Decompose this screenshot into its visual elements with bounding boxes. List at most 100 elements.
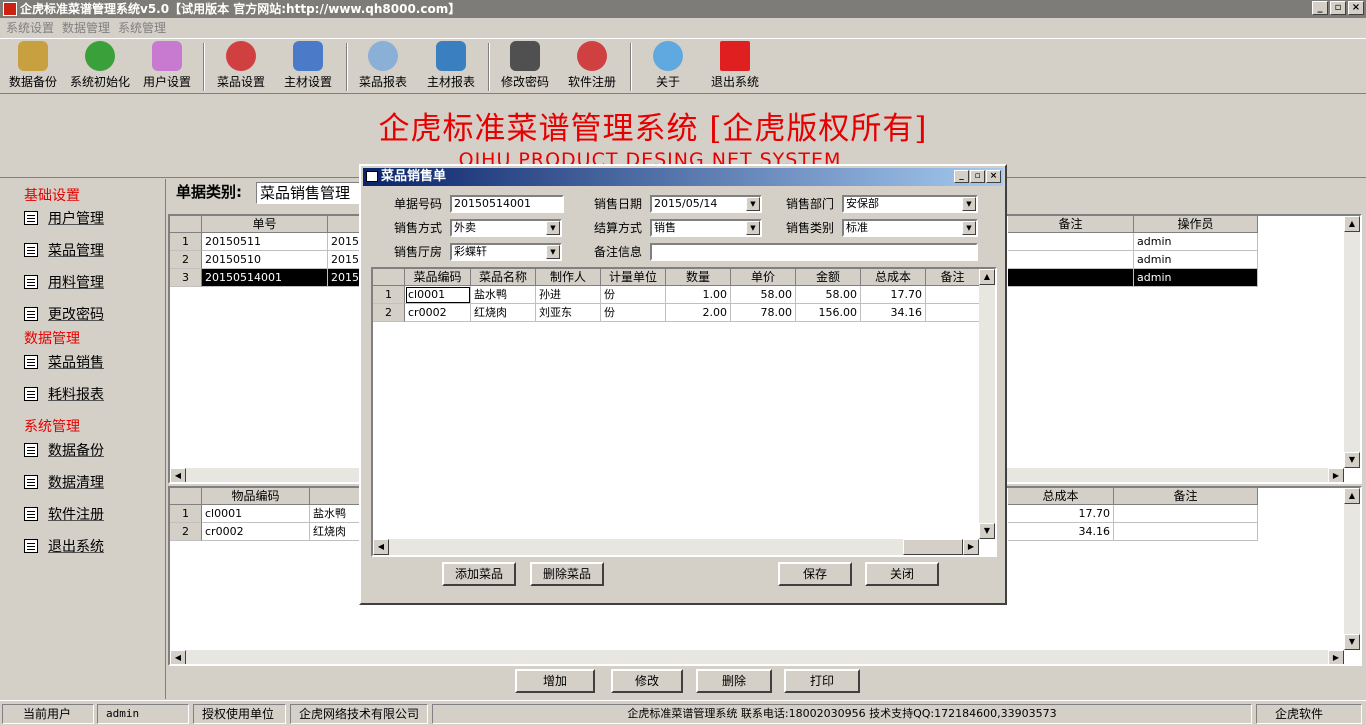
column-header-dish-code[interactable]: 菜品编码 xyxy=(405,269,471,286)
toolbar-dish-settings-button[interactable]: 菜品设置 xyxy=(214,41,268,93)
table-row-total-cost[interactable]: 17.70 xyxy=(1008,505,1114,523)
table-row-dish-code[interactable]: cr0002 xyxy=(405,304,471,322)
table-row-bill-no[interactable]: 20150510 xyxy=(202,251,328,269)
scroll-right-icon[interactable]: ▶ xyxy=(1328,650,1344,664)
remark-input[interactable] xyxy=(650,243,978,261)
sale-hall-select[interactable]: 彩蝶轩 ▼ xyxy=(450,243,562,261)
bill-type-select[interactable]: 菜品销售管理 xyxy=(256,182,366,204)
scroll-thumb[interactable] xyxy=(903,539,963,555)
column-header-bill-no[interactable]: 单号 xyxy=(202,216,328,233)
table-row-dish-name[interactable]: 红烧肉 xyxy=(471,304,536,322)
chevron-down-icon[interactable]: ▼ xyxy=(546,245,560,259)
toolbar-material-report-button[interactable]: 主材报表 xyxy=(424,41,478,93)
toolbar-material-settings-button[interactable]: 主材设置 xyxy=(281,41,335,93)
table-row-unit[interactable]: 份 xyxy=(601,304,666,322)
maximize-button[interactable]: ▫ xyxy=(1330,1,1346,15)
column-header-remark[interactable]: 备注 xyxy=(926,269,980,286)
settle-mode-select[interactable]: 销售 ▼ xyxy=(650,219,762,237)
sidebar-item-data-cleanup[interactable]: 数据清理 xyxy=(24,472,104,492)
sale-mode-select[interactable]: 外卖 ▼ xyxy=(450,219,562,237)
delete-button[interactable]: 删除 xyxy=(696,669,772,693)
scroll-down-icon[interactable]: ▼ xyxy=(1344,452,1360,468)
scroll-left-icon[interactable]: ◀ xyxy=(373,539,389,555)
scroll-down-icon[interactable]: ▼ xyxy=(1344,634,1360,650)
table-row-quantity[interactable]: 1.00 xyxy=(666,286,731,304)
chevron-down-icon[interactable]: ▼ xyxy=(962,197,976,211)
table-row-total-cost[interactable]: 34.16 xyxy=(861,304,926,322)
table-row-dish-name[interactable]: 盐水鸭 xyxy=(471,286,536,304)
close-button[interactable]: × xyxy=(1348,1,1364,15)
scroll-right-icon[interactable]: ▶ xyxy=(963,539,979,555)
minimize-button[interactable]: _ xyxy=(1312,1,1328,15)
column-header-remark[interactable]: 备注 xyxy=(1008,216,1134,233)
chevron-down-icon[interactable]: ▼ xyxy=(546,221,560,235)
sidebar-item-exit[interactable]: 退出系统 xyxy=(24,536,104,556)
column-header-item-code[interactable]: 物品编码 xyxy=(202,488,310,505)
table-row-operator-selected[interactable]: admin xyxy=(1134,269,1258,287)
column-header-dish-name[interactable]: 菜品名称 xyxy=(471,269,536,286)
delete-dish-button[interactable]: 删除菜品 xyxy=(530,562,604,586)
table-row-amount[interactable]: 58.00 xyxy=(796,286,861,304)
sidebar-item-dish-management[interactable]: 菜品管理 xyxy=(24,240,104,260)
column-header-operator[interactable]: 操作员 xyxy=(1134,216,1258,233)
scroll-left-icon[interactable]: ◀ xyxy=(170,650,186,664)
table-row-operator[interactable]: admin xyxy=(1134,251,1258,269)
sale-category-select[interactable]: 标准 ▼ xyxy=(842,219,978,237)
column-header-total-cost[interactable]: 总成本 xyxy=(1008,488,1114,505)
table-row-remark[interactable] xyxy=(1114,523,1258,541)
close-dialog-button[interactable]: 关闭 xyxy=(865,562,939,586)
sale-dept-select[interactable]: 安保部 ▼ xyxy=(842,195,978,213)
table-row-operator[interactable]: admin xyxy=(1134,233,1258,251)
column-header-unit[interactable]: 计量单位 xyxy=(601,269,666,286)
toolbar-init-button[interactable]: 系统初始化 xyxy=(68,41,132,93)
bill-no-input[interactable]: 20150514001 xyxy=(450,195,564,213)
sidebar-item-consumption-report[interactable]: 耗料报表 xyxy=(24,384,104,404)
table-row-dish-code[interactable]: cl0001 xyxy=(405,286,471,304)
table-row-price[interactable]: 78.00 xyxy=(731,304,796,322)
table-row-maker[interactable]: 孙进 xyxy=(536,286,601,304)
column-header-price[interactable]: 单价 xyxy=(731,269,796,286)
scroll-right-icon[interactable]: ▶ xyxy=(1328,468,1344,482)
column-header-remark[interactable]: 备注 xyxy=(1114,488,1258,505)
dialog-maximize-button[interactable]: ▫ xyxy=(970,170,985,183)
table-row-price[interactable]: 58.00 xyxy=(731,286,796,304)
chevron-down-icon[interactable]: ▼ xyxy=(746,197,760,211)
toolbar-register-button[interactable]: 软件注册 xyxy=(565,41,619,93)
menu-data-management[interactable]: 数据管理 xyxy=(60,18,116,38)
dialog-minimize-button[interactable]: _ xyxy=(954,170,969,183)
add-button[interactable]: 增加 xyxy=(515,669,595,693)
table-row-remark-selected[interactable] xyxy=(1008,269,1134,287)
lower-grid-vscrollbar[interactable]: ▲ ▼ xyxy=(1344,488,1360,650)
sidebar-item-change-password[interactable]: 更改密码 xyxy=(24,304,104,324)
dialog-grid-hscrollbar[interactable]: ◀ ▶ xyxy=(373,539,979,555)
toolbar-exit-button[interactable]: 退出系统 xyxy=(706,41,764,93)
dialog-close-button[interactable]: × xyxy=(986,170,1001,183)
table-row-total-cost[interactable]: 34.16 xyxy=(1008,523,1114,541)
sidebar-item-material-management[interactable]: 用料管理 xyxy=(24,272,104,292)
sidebar-item-user-management[interactable]: 用户管理 xyxy=(24,208,104,228)
scroll-down-icon[interactable]: ▼ xyxy=(979,523,995,539)
column-header-quantity[interactable]: 数量 xyxy=(666,269,731,286)
save-button[interactable]: 保存 xyxy=(778,562,852,586)
toolbar-about-button[interactable]: 关于 xyxy=(646,41,690,93)
chevron-down-icon[interactable]: ▼ xyxy=(962,221,976,235)
table-row-remark[interactable] xyxy=(1008,233,1134,251)
table-row-quantity[interactable]: 2.00 xyxy=(666,304,731,322)
toolbar-change-password-button[interactable]: 修改密码 xyxy=(498,41,552,93)
column-header-amount[interactable]: 金额 xyxy=(796,269,861,286)
column-header-total-cost[interactable]: 总成本 xyxy=(861,269,926,286)
toolbar-backup-button[interactable]: 数据备份 xyxy=(6,41,60,93)
sale-date-picker[interactable]: 2015/05/14 ▼ xyxy=(650,195,762,213)
scroll-up-icon[interactable]: ▲ xyxy=(979,269,995,285)
table-row-remark[interactable] xyxy=(1008,251,1134,269)
toolbar-dish-report-button[interactable]: 菜品报表 xyxy=(356,41,410,93)
add-dish-button[interactable]: 添加菜品 xyxy=(442,562,516,586)
dialog-grid-vscrollbar[interactable]: ▲ ▼ xyxy=(979,269,995,539)
table-row-bill-no-selected[interactable]: 20150514001 xyxy=(202,269,328,287)
menu-system-management[interactable]: 系统管理 xyxy=(116,18,172,38)
sidebar-item-dish-sales[interactable]: 菜品销售 xyxy=(24,352,104,372)
table-row-item-code[interactable]: cr0002 xyxy=(202,523,310,541)
menu-system-settings[interactable]: 系统设置 xyxy=(4,18,60,38)
table-row-unit[interactable]: 份 xyxy=(601,286,666,304)
table-row-remark[interactable] xyxy=(926,304,980,322)
